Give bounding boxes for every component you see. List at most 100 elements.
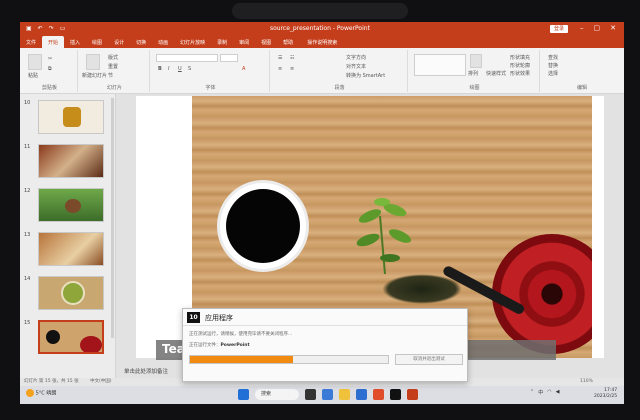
tab-design[interactable]: 设计 xyxy=(108,36,130,48)
shape-effects-button[interactable]: 形状效果 xyxy=(510,70,530,77)
tray-chevron-icon[interactable]: ⌃ xyxy=(530,389,534,396)
taskbar: 5°C 晴朗 搜索 ⌃ 中 ◠ ◀ 17:47 2023/2/25 xyxy=(20,386,624,404)
store-icon[interactable] xyxy=(356,389,367,400)
font-size-field[interactable] xyxy=(220,54,238,62)
slide-number: 12 xyxy=(24,188,31,194)
present-icon[interactable]: ▭ xyxy=(60,25,66,32)
task-view-icon[interactable] xyxy=(305,389,316,400)
font-color-icon[interactable]: A xyxy=(242,66,245,72)
tab-home[interactable]: 开始 xyxy=(42,36,65,48)
tab-view[interactable]: 视图 xyxy=(255,36,277,48)
maximize-icon[interactable]: ▢ xyxy=(594,24,601,32)
slide-thumb-image xyxy=(38,276,104,310)
dialog-file-line: 正在运行文件：PowerPoint xyxy=(189,342,250,348)
tab-help[interactable]: 帮助 xyxy=(277,36,299,48)
cut-icon[interactable]: ✂ xyxy=(48,56,52,62)
save-icon[interactable]: ▣ xyxy=(26,25,32,32)
font-name-field[interactable] xyxy=(156,54,218,62)
signin-button[interactable]: 登录 xyxy=(550,25,569,33)
underline-icon[interactable]: U xyxy=(178,66,182,72)
file-explorer-icon[interactable] xyxy=(339,389,350,400)
align-text-button[interactable]: 对齐文本 xyxy=(346,63,366,70)
arrange-button[interactable]: 排列 xyxy=(468,70,478,77)
weather-desc: 晴朗 xyxy=(46,390,57,397)
file-value: PowerPoint xyxy=(220,343,250,348)
undo-icon[interactable]: ↶ xyxy=(38,25,43,32)
numbering-icon[interactable]: ☷ xyxy=(290,55,294,61)
slide-thumb-10[interactable]: 10 xyxy=(24,98,114,136)
layout-button[interactable]: 版式 xyxy=(108,54,118,61)
tab-draw[interactable]: 绘图 xyxy=(86,36,108,48)
cancel-test-button[interactable]: 取消并退出测试 xyxy=(395,354,463,365)
tab-insert[interactable]: 插入 xyxy=(64,36,86,48)
copy-icon[interactable]: ⧉ xyxy=(48,66,52,72)
quick-styles-button[interactable]: 快速样式 xyxy=(486,70,506,77)
dialog-message: 正在测试运行，请稍候，使用完毕请不要关闭程序... xyxy=(189,332,293,337)
shape-fill-button[interactable]: 形状填充 xyxy=(510,54,530,61)
strikethrough-icon[interactable]: S xyxy=(188,66,191,72)
align-left-icon[interactable]: ≡ xyxy=(278,66,282,72)
tab-animations[interactable]: 动画 xyxy=(152,36,174,48)
shapes-gallery[interactable] xyxy=(414,54,466,76)
slides-group: 新建幻灯片 版式 重置 节 幻灯片 xyxy=(80,50,150,92)
select-button[interactable]: 选择 xyxy=(548,70,558,77)
font-label: 字体 xyxy=(205,85,216,91)
paragraph-group: ☰ ☷ ≡ ≡ 文字方向 对齐文本 转换为 SmartArt 段落 xyxy=(272,50,408,92)
section-button[interactable]: 节 xyxy=(108,72,113,79)
network-icon[interactable]: ◠ xyxy=(547,389,551,396)
arrange-icon[interactable] xyxy=(470,54,482,68)
taskbar-search[interactable]: 搜索 xyxy=(255,389,299,400)
file-label: 正在运行文件： xyxy=(189,343,221,348)
tab-review[interactable]: 审阅 xyxy=(233,36,255,48)
edge-icon[interactable] xyxy=(322,389,333,400)
new-slide-button[interactable]: 新建幻灯片 xyxy=(82,72,107,79)
reset-button[interactable]: 重置 xyxy=(108,63,118,70)
volume-icon[interactable]: ◀ xyxy=(556,389,560,396)
zoom-level[interactable]: 110% xyxy=(580,378,593,386)
taskbar-apps: 搜索 xyxy=(238,389,418,400)
drawing-group: 排列 快速样式 形状填充 形状轮廓 形状效果 绘图 xyxy=(410,50,540,92)
weather-temp: 5°C xyxy=(35,390,45,397)
redo-icon[interactable]: ↷ xyxy=(49,25,54,32)
paste-button[interactable]: 粘贴 xyxy=(28,72,38,79)
close-icon[interactable]: ✕ xyxy=(610,24,616,32)
slide-thumb-13[interactable]: 13 xyxy=(24,230,114,268)
slide-thumb-11[interactable]: 11 xyxy=(24,142,114,180)
minimize-icon[interactable]: – xyxy=(580,24,584,32)
window-controls: – ▢ ✕ xyxy=(580,24,616,32)
weather-widget[interactable]: 5°C 晴朗 xyxy=(26,389,56,397)
find-button[interactable]: 查找 xyxy=(548,54,558,61)
clock[interactable]: 17:47 2023/2/25 xyxy=(594,388,617,400)
tab-slideshow[interactable]: 幻灯片放映 xyxy=(174,36,211,48)
tab-transitions[interactable]: 切换 xyxy=(130,36,152,48)
tab-record[interactable]: 录制 xyxy=(211,36,233,48)
text-direction-button[interactable]: 文字方向 xyxy=(346,54,366,61)
shape-outline-button[interactable]: 形状轮廓 xyxy=(510,62,530,69)
replace-button[interactable]: 替换 xyxy=(548,62,558,69)
sun-icon xyxy=(26,389,34,397)
start-icon[interactable] xyxy=(238,389,249,400)
tell-me-search[interactable]: 操作说明搜索 xyxy=(303,36,341,48)
paste-icon[interactable] xyxy=(28,54,42,70)
align-center-icon[interactable]: ≡ xyxy=(290,66,294,72)
chrome-icon[interactable] xyxy=(373,389,384,400)
powerpoint-icon[interactable] xyxy=(407,389,418,400)
slide-thumb-14[interactable]: 14 xyxy=(24,274,114,312)
smartart-button[interactable]: 转换为 SmartArt xyxy=(346,72,385,79)
slide-thumb-12[interactable]: 12 xyxy=(24,186,114,224)
font-group: B I U S A 字体 xyxy=(152,50,270,92)
editing-label: 编辑 xyxy=(576,85,587,91)
italic-icon[interactable]: I xyxy=(168,66,169,72)
input-language[interactable]: 中 xyxy=(538,389,543,396)
bullets-icon[interactable]: ☰ xyxy=(278,55,282,61)
tab-file[interactable]: 文件 xyxy=(20,36,42,48)
system-tray: ⌃ 中 ◠ ◀ xyxy=(530,389,559,396)
new-slide-icon[interactable] xyxy=(86,54,100,70)
panel-scrollbar[interactable] xyxy=(111,98,114,338)
progress-fill xyxy=(190,356,293,363)
slide-thumb-15[interactable]: 15 xyxy=(24,318,114,356)
bold-icon[interactable]: B xyxy=(158,66,162,72)
test-app-icon[interactable] xyxy=(390,389,401,400)
clipboard-label: 剪贴板 xyxy=(41,85,57,91)
red-teapot xyxy=(492,234,592,354)
